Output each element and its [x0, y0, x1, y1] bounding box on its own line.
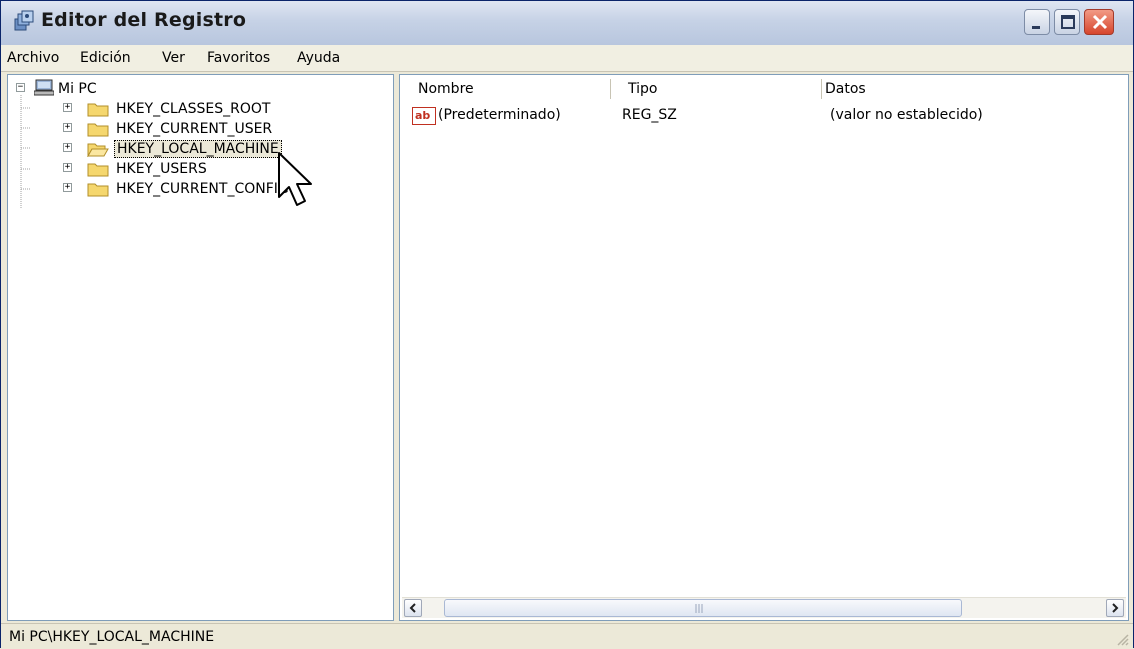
tree-item-mi-pc[interactable]: − Mi PC [8, 79, 308, 99]
resize-grip-icon[interactable] [1115, 632, 1129, 646]
scroll-thumb[interactable] [444, 599, 962, 617]
collapse-toggle[interactable]: − [16, 83, 25, 92]
expand-toggle[interactable]: + [63, 163, 72, 172]
value-type: REG_SZ [622, 107, 677, 123]
menu-favoritos[interactable]: Favoritos [207, 50, 270, 66]
value-data: (valor no establecido) [830, 107, 983, 123]
menu-edicion[interactable]: Edición [80, 50, 131, 66]
status-bar: Mi PC\HKEY_LOCAL_MACHINE [1, 623, 1133, 649]
expand-toggle[interactable]: + [63, 103, 72, 112]
column-divider[interactable] [821, 79, 822, 99]
maximize-icon [1061, 15, 1075, 29]
close-icon [1092, 14, 1108, 30]
expand-toggle[interactable]: + [63, 123, 72, 132]
menu-bar: Archivo Edición Ver Favoritos Ayuda [1, 45, 1133, 72]
column-header-tipo[interactable]: Tipo [628, 81, 657, 101]
chevron-left-icon [409, 603, 416, 613]
tree-label: HKEY_CURRENT_CONFIG [116, 181, 289, 197]
folder-icon [87, 163, 109, 177]
folder-icon [87, 123, 109, 137]
column-header-nombre[interactable]: Nombre [418, 81, 474, 101]
scroll-right-button[interactable] [1106, 599, 1124, 617]
ab-string-icon: ab [412, 107, 436, 125]
value-name: (Predeterminado) [438, 107, 561, 123]
tree-label: Mi PC [58, 81, 97, 97]
maximize-button[interactable] [1054, 9, 1080, 35]
folder-icon [87, 183, 109, 197]
status-path: Mi PC\HKEY_LOCAL_MACHINE [9, 629, 215, 645]
tree-label-selected: HKEY_LOCAL_MACHINE [114, 140, 282, 158]
menu-ayuda[interactable]: Ayuda [297, 50, 340, 66]
chevron-right-icon [1112, 603, 1119, 613]
open-folder-icon [87, 143, 109, 157]
expand-toggle[interactable]: + [63, 143, 72, 152]
folder-icon [87, 103, 109, 117]
scroll-left-button[interactable] [404, 599, 422, 617]
column-header-datos[interactable]: Datos [825, 81, 866, 101]
registry-editor-icon [14, 10, 34, 31]
column-divider[interactable] [610, 79, 611, 99]
minimize-icon [1032, 26, 1040, 29]
tree-label: HKEY_CURRENT_USER [116, 121, 273, 137]
menu-ver[interactable]: Ver [162, 50, 185, 66]
close-button[interactable] [1084, 9, 1114, 35]
grip-lines-icon [695, 604, 703, 613]
computer-icon [34, 79, 54, 96]
pane-splitter[interactable] [394, 74, 398, 621]
menu-archivo[interactable]: Archivo [7, 50, 59, 66]
mouse-pointer-icon [278, 152, 312, 206]
window-title: Editor del Registro [41, 9, 247, 31]
tree-item-hkey-current-user[interactable]: + HKEY_CURRENT_USER [8, 119, 348, 139]
expand-toggle[interactable]: + [63, 183, 72, 192]
horizontal-scrollbar[interactable] [402, 597, 1126, 618]
tree-item-hkey-classes-root[interactable]: + HKEY_CLASSES_ROOT [8, 99, 348, 119]
key-tree-pane[interactable]: − Mi PC + HKEY_CLASSES_ROOT + HKEY_CURRE… [7, 74, 394, 621]
minimize-button[interactable] [1024, 9, 1050, 35]
svg-text:ab: ab [415, 109, 430, 122]
tree-label: HKEY_USERS [116, 161, 207, 177]
tree-label: HKEY_CLASSES_ROOT [116, 101, 271, 117]
values-list-pane[interactable]: Nombre Tipo Datos ab (Predeterminado) RE… [399, 74, 1129, 621]
registry-editor-window: Editor del Registro Archivo Edición Ver … [0, 0, 1134, 649]
title-bar[interactable]: Editor del Registro [1, 1, 1133, 46]
